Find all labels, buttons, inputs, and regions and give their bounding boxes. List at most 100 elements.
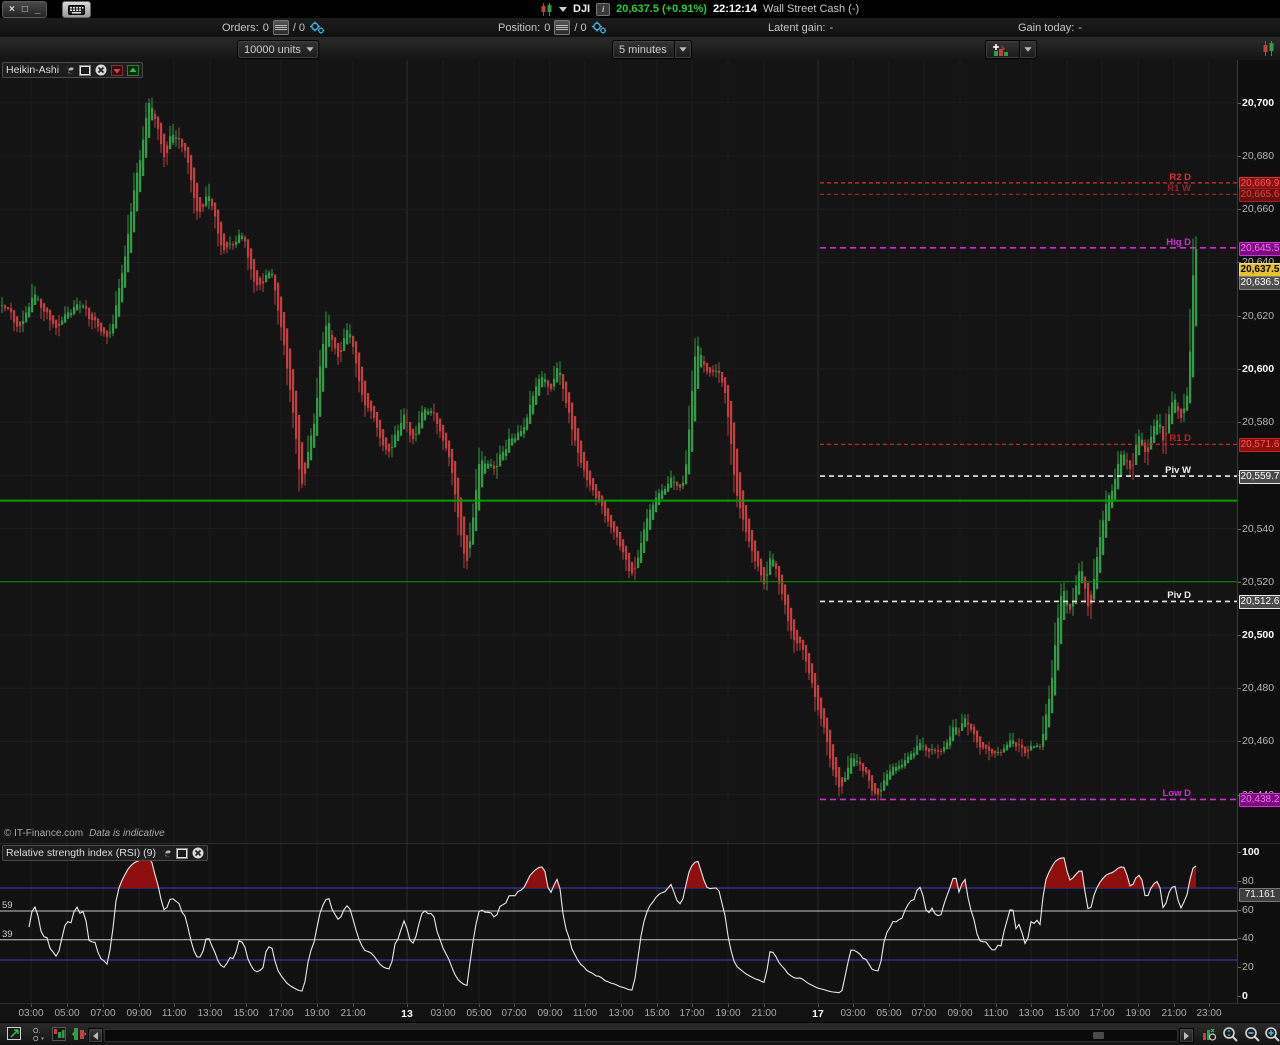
position-count: 0 xyxy=(544,21,551,34)
price-tick-mark xyxy=(1238,741,1241,742)
quantity-value: 10000 units xyxy=(244,43,301,56)
scroll-right-button[interactable] xyxy=(1179,1028,1194,1043)
price-tick-mark xyxy=(1238,688,1241,689)
chart-mode-candlestick-icon[interactable] xyxy=(1262,41,1275,56)
mini-chart-button[interactable] xyxy=(50,1026,68,1042)
time-tick-mark xyxy=(764,1004,765,1007)
sell-order-icon[interactable] xyxy=(111,64,124,76)
orders-list-icon[interactable] xyxy=(272,20,289,35)
time-tick-mark xyxy=(1174,1004,1175,1007)
keyboard-icon xyxy=(68,4,85,15)
svg-text:O: O xyxy=(33,1036,39,1042)
quantity-dropdown[interactable]: 10000 units xyxy=(237,40,319,59)
rsi-tick-label: 100 xyxy=(1242,846,1260,858)
add-indicator-button[interactable] xyxy=(985,40,1037,59)
zoom-vertical-button[interactable] xyxy=(1221,1026,1239,1042)
rsi-title-chip: Relative strength index (RSI) (9) xyxy=(2,845,208,861)
add-indicator-icon xyxy=(993,43,1008,56)
price-tick-mark xyxy=(1238,422,1241,423)
chevron-down-icon xyxy=(1024,47,1032,52)
scroll-left-button[interactable] xyxy=(88,1028,103,1043)
zoom-in-button[interactable] xyxy=(1263,1026,1280,1042)
info-icon[interactable]: i xyxy=(596,2,611,16)
buy-order-icon[interactable] xyxy=(127,64,140,76)
timeframe-caret-segment[interactable] xyxy=(673,41,691,58)
rsi-tick-mark xyxy=(1238,881,1241,882)
chart-scrollbar-thumb[interactable] xyxy=(1093,1032,1104,1039)
rsi-tick-mark xyxy=(1238,996,1241,997)
time-tick-mark xyxy=(996,1004,997,1007)
price-axis[interactable]: 20,44020,46020,48020,50020,52020,54020,5… xyxy=(1237,60,1280,843)
orders-count: 0 xyxy=(262,21,269,34)
level-price-badge: 20,665.6 xyxy=(1239,188,1280,202)
drawing-tools-button[interactable] xyxy=(6,1026,24,1042)
indicator-caret-segment[interactable] xyxy=(1019,41,1036,58)
latent-gain-value: - xyxy=(829,21,834,34)
zoom-fit-button[interactable] xyxy=(1200,1026,1218,1042)
instrument-dropdown-caret[interactable] xyxy=(559,6,567,12)
maximize-window-icon[interactable]: □ xyxy=(22,4,28,15)
bottom-toolbar: O. O xyxy=(0,1022,1280,1045)
zoom-out-button[interactable] xyxy=(1243,1026,1261,1042)
position-count-2: / 0 xyxy=(574,21,587,34)
rsi-canvas[interactable] xyxy=(0,844,1237,1004)
time-tick-mark xyxy=(317,1004,318,1007)
chevron-down-icon xyxy=(306,47,314,52)
position-list-icon[interactable] xyxy=(554,20,571,35)
rsi-detach-window-icon[interactable] xyxy=(175,847,188,859)
timeframe-value: 5 minutes xyxy=(619,43,667,56)
scroll-right-icon xyxy=(1184,1031,1189,1040)
titlebar: × □ _ DJI i 20,637.5 (+0.91%) 22:12:14 W… xyxy=(0,0,1280,18)
time-tick-mark xyxy=(1067,1004,1068,1007)
settings-wrench-icon[interactable] xyxy=(63,65,75,76)
minimize-window-icon[interactable]: _ xyxy=(35,4,41,15)
mini-chart-icon xyxy=(52,1027,66,1041)
price-tick-label: 20,580 xyxy=(1242,416,1275,428)
price-tick-label: 20,680 xyxy=(1242,150,1275,162)
price-chart-canvas[interactable] xyxy=(0,60,1237,843)
price-tick-label: 20,480 xyxy=(1242,682,1275,694)
time-tick-mark xyxy=(621,1004,622,1007)
close-window-icon[interactable]: × xyxy=(9,4,15,15)
time-tick-mark xyxy=(407,1004,408,1007)
gain-today-group: Gain today: - xyxy=(1018,18,1082,37)
price-tick-label: 20,600 xyxy=(1242,363,1275,375)
detach-window-icon[interactable] xyxy=(79,64,92,76)
position-settings-gears-icon[interactable] xyxy=(591,21,607,34)
svg-text:O.: O. xyxy=(33,1028,40,1035)
rsi-settings-wrench-icon[interactable] xyxy=(160,848,172,859)
zoom-vertical-icon xyxy=(1222,1026,1238,1042)
gain-today-label: Gain today: xyxy=(1018,21,1075,34)
rsi-axis[interactable]: 100 80 60 40 20 0 71.161 xyxy=(1237,844,1280,1004)
orders-tool-icon: O. O xyxy=(33,1028,44,1042)
rsi-tick-label: 20 xyxy=(1242,961,1254,973)
orders-settings-gears-icon[interactable] xyxy=(309,21,325,34)
time-axis[interactable]: 03:00 05:00 07:00 09:00 11:00 13:00 15:00 17:00… xyxy=(0,1003,1280,1023)
price-tick-mark xyxy=(1238,209,1241,210)
time-tick-mark xyxy=(1138,1004,1139,1007)
level-price-badge: 20,571.6 xyxy=(1239,438,1280,452)
time-tick-label: 23:00 xyxy=(1196,1008,1222,1019)
chart-scrollbar-track[interactable] xyxy=(104,1029,1178,1042)
close-chart-icon[interactable] xyxy=(95,64,107,76)
orders-tool-button[interactable]: O. O xyxy=(30,1026,48,1042)
price-tick-label: 20,660 xyxy=(1242,203,1275,215)
time-tick-mark xyxy=(514,1004,515,1007)
time-tick-mark xyxy=(1031,1004,1032,1007)
instrument-price: 20,637.5 (+0.91%) xyxy=(616,3,707,15)
copyright-text: © IT-Finance.com xyxy=(4,828,84,839)
zoom-out-icon xyxy=(1244,1026,1260,1042)
rsi-close-icon[interactable] xyxy=(192,847,204,859)
keyboard-button[interactable] xyxy=(62,1,91,18)
rsi-tick-mark xyxy=(1238,910,1241,911)
instrument-name[interactable]: DJI xyxy=(573,3,590,15)
price-tick-mark xyxy=(1238,316,1241,317)
timeframe-dropdown[interactable]: 5 minutes xyxy=(612,40,692,59)
drawing-tools-icon xyxy=(7,1027,21,1040)
time-tick-mark xyxy=(960,1004,961,1007)
latent-gain-group: Latent gain: - xyxy=(768,18,833,37)
price-tick-label: 20,500 xyxy=(1242,629,1275,641)
price-tick-mark xyxy=(1238,529,1241,530)
compare-charts-button[interactable] xyxy=(70,1026,88,1042)
price-tick-mark xyxy=(1238,582,1241,583)
